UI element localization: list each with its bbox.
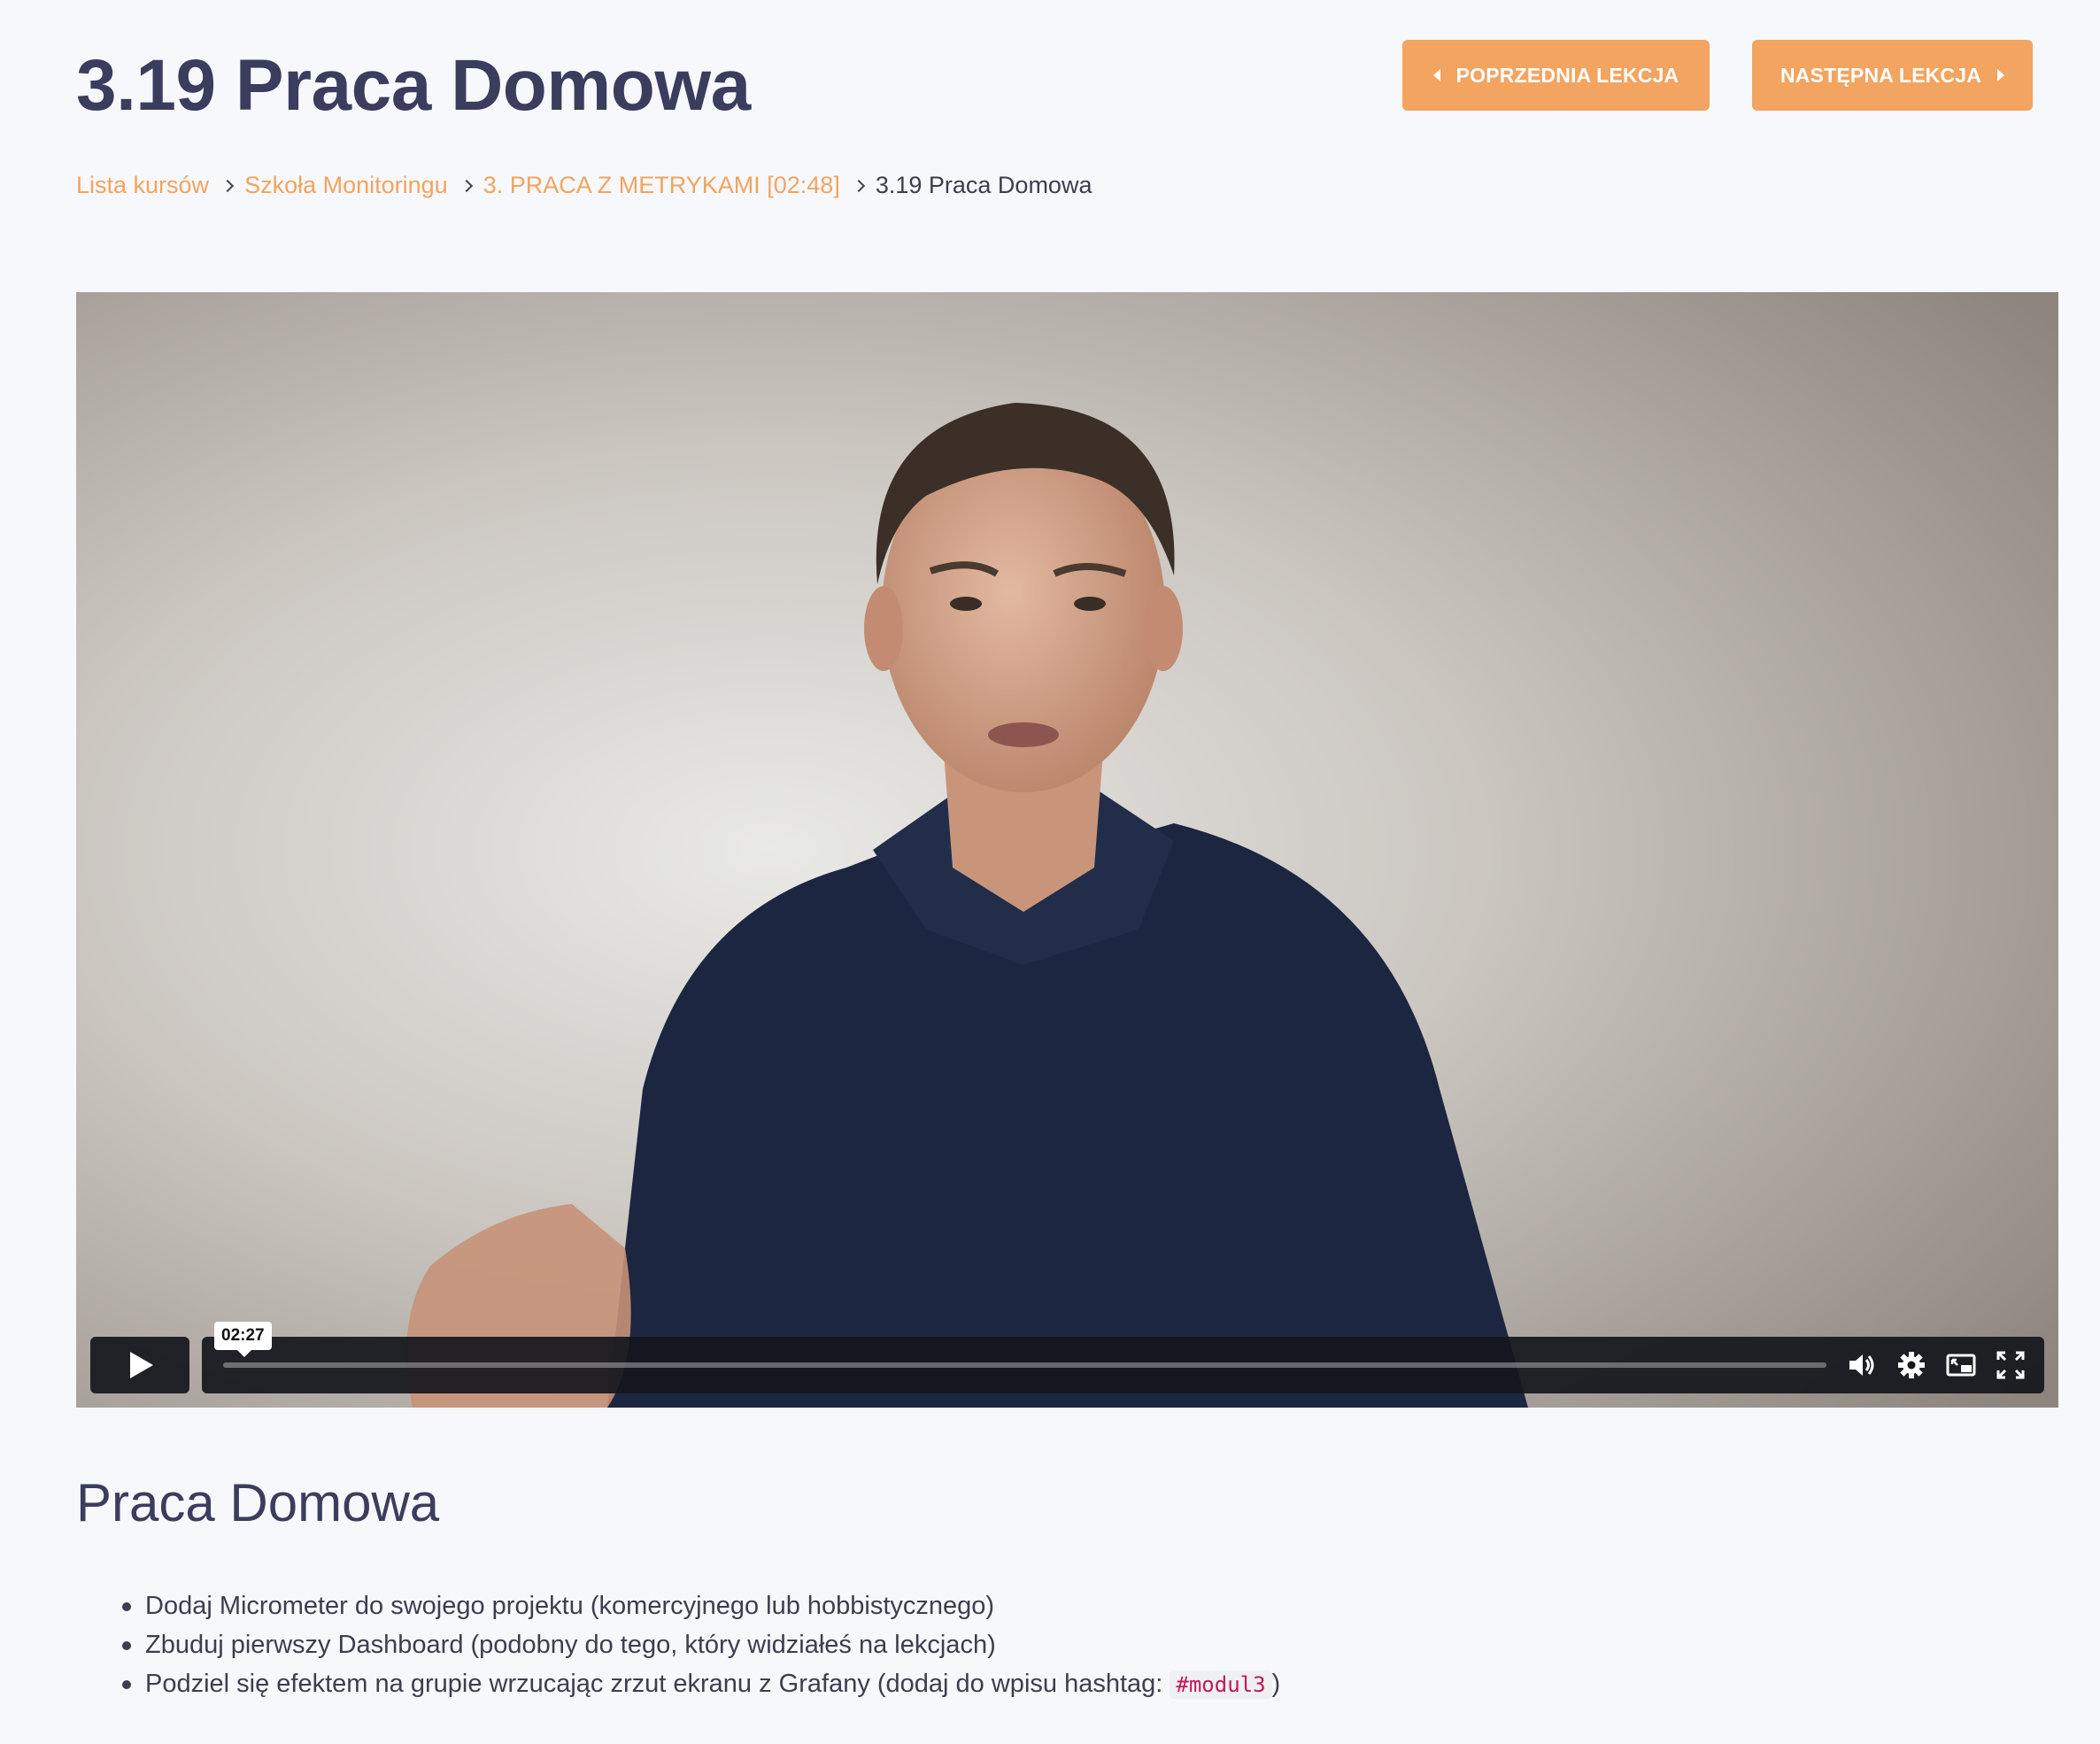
- chevron-right-icon: [852, 179, 865, 192]
- time-tooltip: 02:27: [214, 1322, 272, 1357]
- breadcrumb-current: 3.19 Praca Domowa: [875, 172, 1092, 198]
- task-text-end: ): [1271, 1670, 1281, 1698]
- section-heading: Praca Domowa: [76, 1473, 440, 1532]
- video-controls: 02:27: [90, 1322, 2044, 1393]
- picture-in-picture-icon[interactable]: [1945, 1349, 1977, 1381]
- caret-right-icon: [1997, 69, 2005, 81]
- next-lesson-label: NASTĘPNA LEKCJA: [1780, 63, 1982, 87]
- previous-lesson-button[interactable]: POPRZEDNIA LEKCJA: [1402, 40, 1710, 111]
- list-item: Zbuduj pierwszy Dashboard (podobny do te…: [106, 1625, 1280, 1664]
- progress-bar[interactable]: 02:27: [214, 1322, 1826, 1368]
- video-frame: [76, 292, 2058, 1408]
- gear-icon[interactable]: [1895, 1349, 1927, 1381]
- play-icon: [130, 1352, 153, 1378]
- task-list: Dodaj Micrometer do swojego projektu (ko…: [106, 1586, 1280, 1703]
- list-item: Dodaj Micrometer do swojego projektu (ko…: [106, 1586, 1280, 1625]
- breadcrumb-module[interactable]: 3. PRACA Z METRYKAMI [02:48]: [483, 172, 840, 199]
- video-player[interactable]: 02:27: [76, 292, 2058, 1408]
- list-item: Podziel się efektem na grupie wrzucając …: [106, 1664, 1280, 1703]
- hashtag-code: #modul3: [1170, 1671, 1272, 1699]
- breadcrumb: Lista kursów Szkoła Monitoringu 3. PRACA…: [76, 172, 1092, 199]
- fullscreen-icon[interactable]: [1995, 1349, 2027, 1381]
- volume-icon[interactable]: [1846, 1349, 1878, 1381]
- page-title: 3.19 Praca Domowa: [76, 45, 751, 126]
- breadcrumb-course-list[interactable]: Lista kursów: [76, 172, 209, 199]
- play-button[interactable]: [90, 1337, 189, 1393]
- previous-lesson-label: POPRZEDNIA LEKCJA: [1455, 63, 1679, 87]
- chevron-right-icon: [459, 179, 473, 192]
- chevron-right-icon: [220, 179, 235, 192]
- control-icons: [1846, 1349, 2027, 1381]
- breadcrumb-course[interactable]: Szkoła Monitoringu: [244, 172, 448, 199]
- caret-left-icon: [1432, 69, 1440, 81]
- task-text: Podziel się efektem na grupie wrzucając …: [145, 1670, 1170, 1698]
- next-lesson-button[interactable]: NASTĘPNA LEKCJA: [1752, 40, 2033, 111]
- control-bar: 02:27: [202, 1322, 2044, 1393]
